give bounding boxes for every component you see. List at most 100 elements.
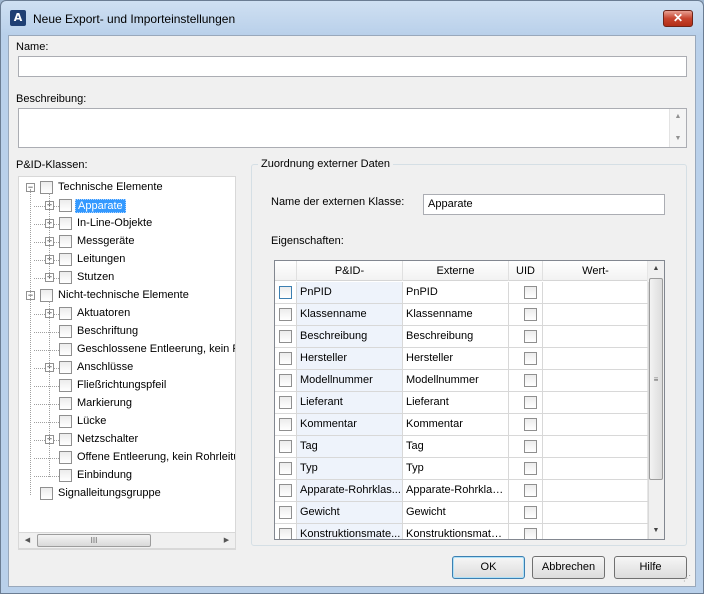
value-cell[interactable]	[543, 392, 649, 414]
row-checkbox[interactable]	[279, 396, 292, 409]
row-select-cell[interactable]	[275, 436, 297, 458]
row-checkbox[interactable]	[279, 352, 292, 365]
tree-item-checkbox[interactable]	[59, 379, 72, 392]
tree-item[interactable]: + Apparate	[19, 197, 235, 215]
tree-item[interactable]: Einbindung	[19, 467, 235, 485]
external-property-cell[interactable]: Konstruktionsmater...	[403, 524, 509, 539]
tree-item-checkbox[interactable]	[59, 325, 72, 338]
value-cell[interactable]	[543, 414, 649, 436]
tree-item[interactable]: − Technische Elemente	[19, 179, 235, 197]
tree-item-checkbox[interactable]	[59, 307, 72, 320]
scroll-left-icon[interactable]: ◀	[19, 533, 36, 548]
row-select-cell[interactable]	[275, 326, 297, 348]
uid-checkbox[interactable]	[524, 484, 537, 497]
uid-checkbox[interactable]	[524, 308, 537, 321]
value-cell[interactable]	[543, 348, 649, 370]
tree-item-checkbox[interactable]	[59, 235, 72, 248]
tree-item[interactable]: − Nicht-technische Elemente	[19, 287, 235, 305]
row-checkbox[interactable]	[279, 462, 292, 475]
external-property-cell[interactable]: Klassenname	[403, 304, 509, 326]
row-select-cell[interactable]	[275, 458, 297, 480]
tree-item-checkbox[interactable]	[59, 343, 72, 356]
external-class-input[interactable]: Apparate	[423, 194, 665, 215]
tree-item[interactable]: Fließrichtungspfeil	[19, 377, 235, 395]
column-header-pid[interactable]: P&ID-	[297, 261, 403, 281]
column-header-value[interactable]: Wert-	[543, 261, 649, 281]
description-input[interactable]: ▲ ▼	[18, 108, 687, 148]
row-select-cell[interactable]	[275, 282, 297, 304]
external-property-cell[interactable]: Apparate-Rohrklasse	[403, 480, 509, 502]
tree-item-checkbox[interactable]	[59, 271, 72, 284]
resize-grip-icon[interactable]: ⋰	[683, 574, 693, 584]
uid-checkbox[interactable]	[524, 418, 537, 431]
uid-cell[interactable]	[509, 348, 543, 370]
row-select-cell[interactable]	[275, 524, 297, 539]
uid-checkbox[interactable]	[524, 462, 537, 475]
external-property-cell[interactable]: Beschreibung	[403, 326, 509, 348]
tree-item-checkbox[interactable]	[59, 469, 72, 482]
uid-cell[interactable]	[509, 370, 543, 392]
uid-checkbox[interactable]	[524, 396, 537, 409]
uid-checkbox[interactable]	[524, 352, 537, 365]
tree-item-checkbox[interactable]	[40, 289, 53, 302]
tree-item[interactable]: + Stutzen	[19, 269, 235, 287]
uid-cell[interactable]	[509, 414, 543, 436]
uid-cell[interactable]	[509, 480, 543, 502]
tree-item-checkbox[interactable]	[59, 433, 72, 446]
description-scrollbar[interactable]: ▲ ▼	[669, 109, 686, 147]
tree-item[interactable]: + Aktuatoren	[19, 305, 235, 323]
row-checkbox[interactable]	[279, 418, 292, 431]
value-cell[interactable]	[543, 370, 649, 392]
value-cell[interactable]	[543, 502, 649, 524]
scroll-thumb[interactable]: ≡	[649, 278, 663, 480]
uid-cell[interactable]	[509, 436, 543, 458]
row-select-cell[interactable]	[275, 348, 297, 370]
row-select-cell[interactable]	[275, 414, 297, 436]
external-property-cell[interactable]: Tag	[403, 436, 509, 458]
row-checkbox[interactable]	[279, 506, 292, 519]
uid-checkbox[interactable]	[524, 374, 537, 387]
scroll-down-icon[interactable]: ▼	[670, 132, 686, 146]
tree-item[interactable]: + Anschlüsse	[19, 359, 235, 377]
row-checkbox[interactable]	[279, 484, 292, 497]
value-cell[interactable]	[543, 282, 649, 304]
table-row[interactable]: Lieferant Lieferant	[275, 392, 649, 414]
table-row[interactable]: Apparate-Rohrklas... Apparate-Rohrklasse	[275, 480, 649, 502]
row-checkbox[interactable]	[279, 528, 292, 539]
scroll-up-icon[interactable]: ▲	[670, 110, 686, 124]
scroll-down-icon[interactable]: ▼	[648, 523, 664, 539]
tree-item[interactable]: Beschriftung	[19, 323, 235, 341]
external-property-cell[interactable]: PnPID	[403, 282, 509, 304]
tree-horizontal-scrollbar[interactable]: ◀ III ▶	[18, 532, 236, 549]
help-button[interactable]: Hilfe	[614, 556, 687, 579]
tree-item[interactable]: + In-Line-Objekte	[19, 215, 235, 233]
external-property-cell[interactable]: Gewicht	[403, 502, 509, 524]
title-bar[interactable]: A Neue Export- und Importeinstellungen ✕	[1, 1, 703, 35]
uid-cell[interactable]	[509, 326, 543, 348]
scroll-thumb[interactable]: III	[37, 534, 151, 547]
name-input[interactable]	[18, 56, 687, 77]
tree-item[interactable]: Geschlossene Entleerung, kein Rohrleitun…	[19, 341, 235, 359]
tree-item[interactable]: Offene Entleerung, kein Rohrleitungsabzw…	[19, 449, 235, 467]
uid-checkbox[interactable]	[524, 286, 537, 299]
classes-tree[interactable]: − Technische Elemente + Apparate + In-Line-Ob…	[18, 176, 236, 550]
scroll-right-icon[interactable]: ▶	[218, 533, 235, 548]
uid-cell[interactable]	[509, 392, 543, 414]
grid-vertical-scrollbar[interactable]: ▲ ≡ ▼	[647, 261, 664, 539]
uid-cell[interactable]	[509, 458, 543, 480]
tree-item[interactable]: Signalleitungsgruppe	[19, 485, 235, 503]
table-row[interactable]: Typ Typ	[275, 458, 649, 480]
row-checkbox[interactable]	[279, 440, 292, 453]
uid-cell[interactable]	[509, 304, 543, 326]
value-cell[interactable]	[543, 458, 649, 480]
close-button[interactable]: ✕	[663, 10, 693, 27]
value-cell[interactable]	[543, 524, 649, 539]
properties-grid[interactable]: P&ID- Externe UID Wert- ▲ ≡ ▼ PnPID PnPID Kla…	[274, 260, 665, 540]
value-cell[interactable]	[543, 304, 649, 326]
cancel-button[interactable]: Abbrechen	[532, 556, 605, 579]
table-row[interactable]: Gewicht Gewicht	[275, 502, 649, 524]
table-row[interactable]: Klassenname Klassenname	[275, 304, 649, 326]
table-row[interactable]: Beschreibung Beschreibung	[275, 326, 649, 348]
column-header-select[interactable]	[275, 261, 297, 281]
uid-cell[interactable]	[509, 524, 543, 539]
